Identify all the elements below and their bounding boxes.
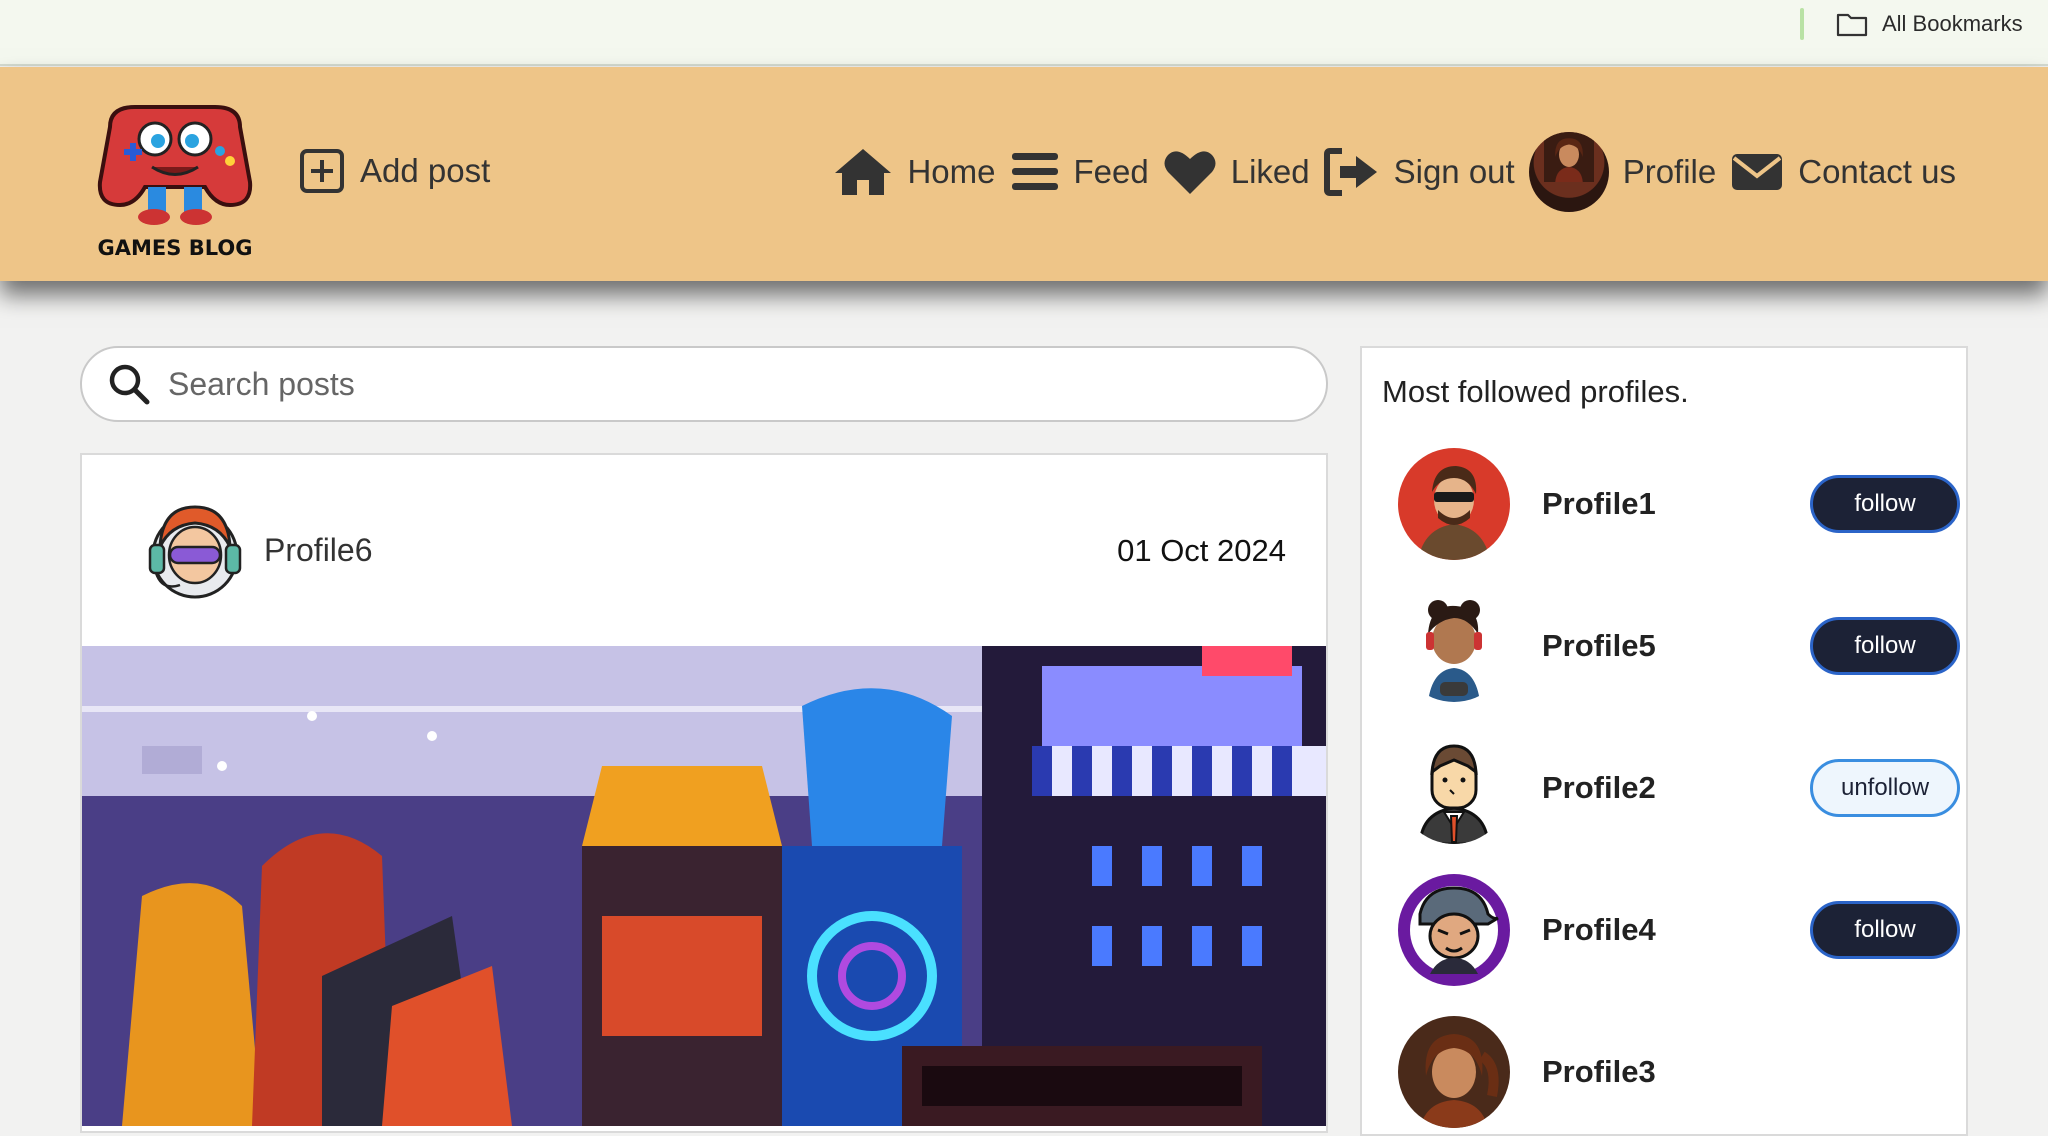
profile-name: Profile1 — [1542, 486, 1656, 521]
search-input[interactable] — [168, 365, 1268, 403]
profile-item[interactable]: Profile3 — [1398, 1016, 1938, 1128]
profile-item[interactable]: Profile1 follow — [1398, 448, 1960, 560]
add-post-link[interactable]: Add post — [298, 147, 490, 195]
post-card: Profile6 01 Oct 2024 — [80, 453, 1328, 1133]
sign-out-icon — [1323, 148, 1377, 196]
unfollow-button[interactable]: unfollow — [1810, 759, 1960, 817]
avatar — [1528, 132, 1609, 212]
nav-liked-label: Liked — [1230, 153, 1310, 190]
avatar — [1398, 590, 1510, 702]
avatar — [140, 495, 250, 605]
avatar — [1398, 1016, 1510, 1128]
search-icon — [109, 364, 150, 405]
follow-button[interactable]: follow — [1810, 475, 1960, 533]
nav-contact-us-label: Contact us — [1798, 153, 1956, 190]
post-author[interactable]: Profile6 — [140, 495, 373, 605]
nav-contact-us[interactable]: Contact us — [1730, 147, 1956, 197]
envelope-icon — [1732, 154, 1783, 190]
post-author-name: Profile6 — [264, 531, 373, 568]
sidebar-title: Most followed profiles. — [1382, 374, 1689, 409]
nav-sign-out[interactable]: Sign out — [1323, 147, 1515, 197]
nav-profile-label: Profile — [1622, 153, 1717, 190]
bars-icon — [1011, 153, 1058, 190]
home-icon — [835, 149, 892, 195]
nav-feed[interactable]: Feed — [1010, 147, 1149, 197]
avatar — [1398, 874, 1510, 986]
nav-liked[interactable]: Liked — [1163, 147, 1310, 197]
follow-button[interactable]: follow — [1810, 617, 1960, 675]
profile-name: Profile4 — [1542, 912, 1656, 947]
profile-item[interactable]: Profile4 follow — [1398, 874, 1960, 986]
folder-icon — [1836, 13, 1868, 37]
most-followed-sidebar: Most followed profiles. Profile1 follow — [1360, 346, 1968, 1136]
bookmarks-bar: All Bookmarks — [0, 0, 2048, 66]
nav-feed-label: Feed — [1073, 153, 1149, 190]
avatar — [1398, 732, 1510, 844]
all-bookmarks-button[interactable]: All Bookmarks — [1836, 8, 2023, 40]
post-date: 01 Oct 2024 — [1117, 533, 1286, 568]
nav-profile[interactable]: Profile — [1528, 132, 1717, 212]
profile-item[interactable]: Profile5 follow — [1398, 590, 1960, 702]
profile-name: Profile2 — [1542, 770, 1656, 805]
heart-icon — [1164, 151, 1216, 194]
nav-sign-out-label: Sign out — [1393, 153, 1515, 190]
bookmarks-divider — [1800, 8, 1804, 40]
nav-home[interactable]: Home — [833, 147, 996, 197]
add-post-label: Add post — [360, 152, 491, 189]
profile-name: Profile3 — [1542, 1054, 1656, 1089]
plus-square-icon — [300, 149, 344, 193]
profile-item[interactable]: Profile2 unfollow — [1398, 732, 1960, 844]
follow-button[interactable]: follow — [1810, 901, 1960, 959]
games-blog-logo[interactable]: GAMES BLOG — [90, 87, 260, 267]
post-image[interactable] — [82, 646, 1326, 1126]
profile-name: Profile5 — [1542, 628, 1656, 663]
all-bookmarks-label: All Bookmarks — [1882, 11, 2023, 36]
avatar — [1398, 448, 1510, 560]
site-header: GAMES BLOG Add post Home Feed Liked Sign… — [0, 67, 2048, 281]
search-bar[interactable] — [80, 346, 1328, 422]
logo-text: GAMES BLOG — [98, 236, 253, 260]
main-nav: Home Feed Liked Sign out Profile Contact… — [833, 132, 1956, 212]
nav-home-label: Home — [907, 153, 996, 190]
